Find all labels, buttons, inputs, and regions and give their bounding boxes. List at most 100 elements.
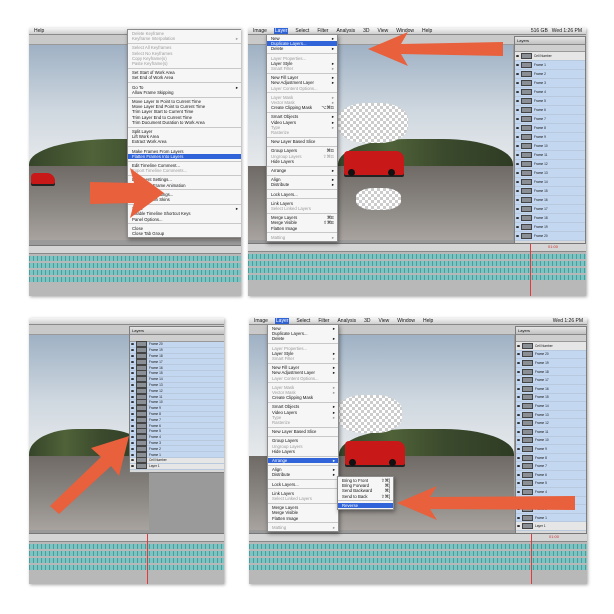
timeline-ruler[interactable] <box>29 246 241 254</box>
eye-icon[interactable] <box>516 100 519 102</box>
eye-icon[interactable] <box>517 447 520 450</box>
animation-timeline[interactable]: 01:00 <box>248 243 586 296</box>
layer-row[interactable]: Frame 15 <box>516 393 586 403</box>
animation-timeline[interactable] <box>29 533 224 584</box>
eye-icon[interactable] <box>131 401 134 404</box>
layers-panel-tab[interactable]: Layers <box>130 327 224 335</box>
layer-row[interactable]: Frame 19 <box>516 359 586 368</box>
menu-item-create-clipping-mask[interactable]: Create Clipping Mask ⌥⌘G <box>267 105 337 110</box>
eye-icon[interactable] <box>131 389 134 392</box>
eye-icon[interactable] <box>516 199 519 201</box>
animation-timeline[interactable] <box>29 245 241 296</box>
layer-row[interactable]: Frame 16 <box>515 196 585 205</box>
eye-icon[interactable] <box>516 163 519 165</box>
menu-item-distribute[interactable]: Distribute ▸ <box>268 472 338 477</box>
eye-icon[interactable] <box>516 181 519 183</box>
layer-row[interactable]: Frame 3 <box>515 79 585 88</box>
eye-icon[interactable] <box>131 395 134 398</box>
layer-row[interactable]: Layer 1 <box>516 522 586 532</box>
playhead[interactable] <box>530 244 531 296</box>
eye-icon[interactable] <box>517 413 520 416</box>
layer-row[interactable]: Frame 2 <box>515 70 585 79</box>
menu-item-arrange[interactable]: Arrange ▸ <box>268 458 338 464</box>
animation-timeline[interactable]: 01:00 <box>249 533 587 584</box>
eye-icon[interactable] <box>517 430 520 433</box>
menu-item-flatten-image[interactable]: Flatten Image <box>267 226 337 231</box>
eye-icon[interactable] <box>516 64 519 66</box>
layer-row[interactable]: Frame 6 <box>516 470 586 480</box>
eye-icon[interactable] <box>516 91 519 93</box>
eye-icon[interactable] <box>516 82 519 84</box>
layer-row[interactable]: Frame 19 <box>515 223 585 232</box>
timeline-ruler[interactable]: 01:00 <box>249 534 587 542</box>
layer-row[interactable]: Frame 14 <box>515 178 585 187</box>
eye-icon[interactable] <box>516 190 519 192</box>
layer-row[interactable]: Cell Number <box>515 52 585 61</box>
eye-icon[interactable] <box>131 383 134 386</box>
eye-icon[interactable] <box>517 404 520 407</box>
layer-row[interactable]: Frame 13 <box>515 169 585 178</box>
eye-icon[interactable] <box>517 456 520 459</box>
menu-analysis[interactable]: Analysis <box>336 318 357 325</box>
eye-icon[interactable] <box>516 172 519 174</box>
eye-icon[interactable] <box>516 118 519 120</box>
menu-item-extract-work-area[interactable]: Extract Work Area <box>128 139 241 144</box>
eye-icon[interactable] <box>131 424 134 427</box>
layer-row[interactable]: Cell Number <box>516 342 586 351</box>
eye-icon[interactable] <box>516 217 519 219</box>
eye-icon[interactable] <box>517 465 520 468</box>
menu-window[interactable]: Window <box>396 318 416 325</box>
eye-icon[interactable] <box>131 366 134 369</box>
layer-row[interactable]: Frame 16 <box>516 384 586 394</box>
layer-row[interactable]: Frame 18 <box>515 214 585 223</box>
layer-row[interactable]: Frame 11 <box>515 151 585 160</box>
menu-help[interactable]: Help <box>422 318 434 325</box>
eye-icon[interactable] <box>516 55 519 57</box>
layer-row[interactable]: Frame 1 <box>515 61 585 70</box>
eye-icon[interactable] <box>131 407 134 410</box>
timeline-ruler[interactable]: 01:00 <box>248 244 586 252</box>
menu-help[interactable]: Help <box>33 28 45 35</box>
eye-icon[interactable] <box>517 473 520 476</box>
layer-row[interactable]: Frame 12 <box>515 160 585 169</box>
layers-panel-tab[interactable]: Layers <box>516 327 586 335</box>
submenu-item-send-to-back[interactable]: Send to Back ⇧⌘[ <box>338 494 393 499</box>
eye-icon[interactable] <box>517 387 520 390</box>
layer-row[interactable]: Frame 17 <box>515 205 585 214</box>
eye-icon[interactable] <box>517 482 520 485</box>
layer-row[interactable]: Layer 1 <box>130 463 224 470</box>
menu-item-smart-filter[interactable]: Smart Filter ▸ <box>268 356 338 361</box>
eye-icon[interactable] <box>517 439 520 442</box>
eye-icon[interactable] <box>517 344 520 347</box>
eye-icon[interactable] <box>131 430 134 433</box>
menu-view[interactable]: View <box>377 318 390 325</box>
layer-row[interactable]: Frame 10 <box>515 142 585 151</box>
playhead[interactable] <box>531 534 532 584</box>
layer-row[interactable]: Frame 5 <box>515 97 585 106</box>
menu-analysis[interactable]: Analysis <box>335 28 356 35</box>
eye-icon[interactable] <box>516 154 519 156</box>
eye-icon[interactable] <box>516 208 519 210</box>
layer-row[interactable]: Frame 15 <box>515 187 585 196</box>
eye-icon[interactable] <box>517 396 520 399</box>
layer-row[interactable]: Frame 20 <box>516 350 586 360</box>
layer-row[interactable]: Frame 6 <box>515 106 585 115</box>
menu-item-matting[interactable]: Matting ▸ <box>267 235 337 240</box>
eye-icon[interactable] <box>131 453 134 456</box>
eye-icon[interactable] <box>517 422 520 425</box>
menu-item-rasterize[interactable]: Rasterize <box>268 420 338 425</box>
layer-row[interactable]: Frame 17 <box>516 376 586 385</box>
eye-icon[interactable] <box>516 73 519 75</box>
eye-icon[interactable] <box>131 372 134 375</box>
layer-row[interactable]: Frame 14 <box>516 402 586 411</box>
eye-icon[interactable] <box>517 370 520 373</box>
menu-item-select-linked-layers[interactable]: Select Linked Layers <box>267 206 337 211</box>
menu-item-flatten-frames-into-layers[interactable]: Flatten Frames Into Layers <box>128 153 241 160</box>
layer-row[interactable]: Frame 11 <box>516 427 586 437</box>
layers-blend-controls[interactable] <box>515 45 585 52</box>
menu-item-hide-layers[interactable]: Hide Layers <box>268 449 338 454</box>
menu-item-new-layer-based-slice[interactable]: New Layer Based Slice <box>267 139 337 144</box>
menu-item-arrange[interactable]: Arrange ▸ <box>267 168 337 173</box>
layer-row[interactable]: Frame 9 <box>516 445 586 454</box>
eye-icon[interactable] <box>131 459 134 462</box>
